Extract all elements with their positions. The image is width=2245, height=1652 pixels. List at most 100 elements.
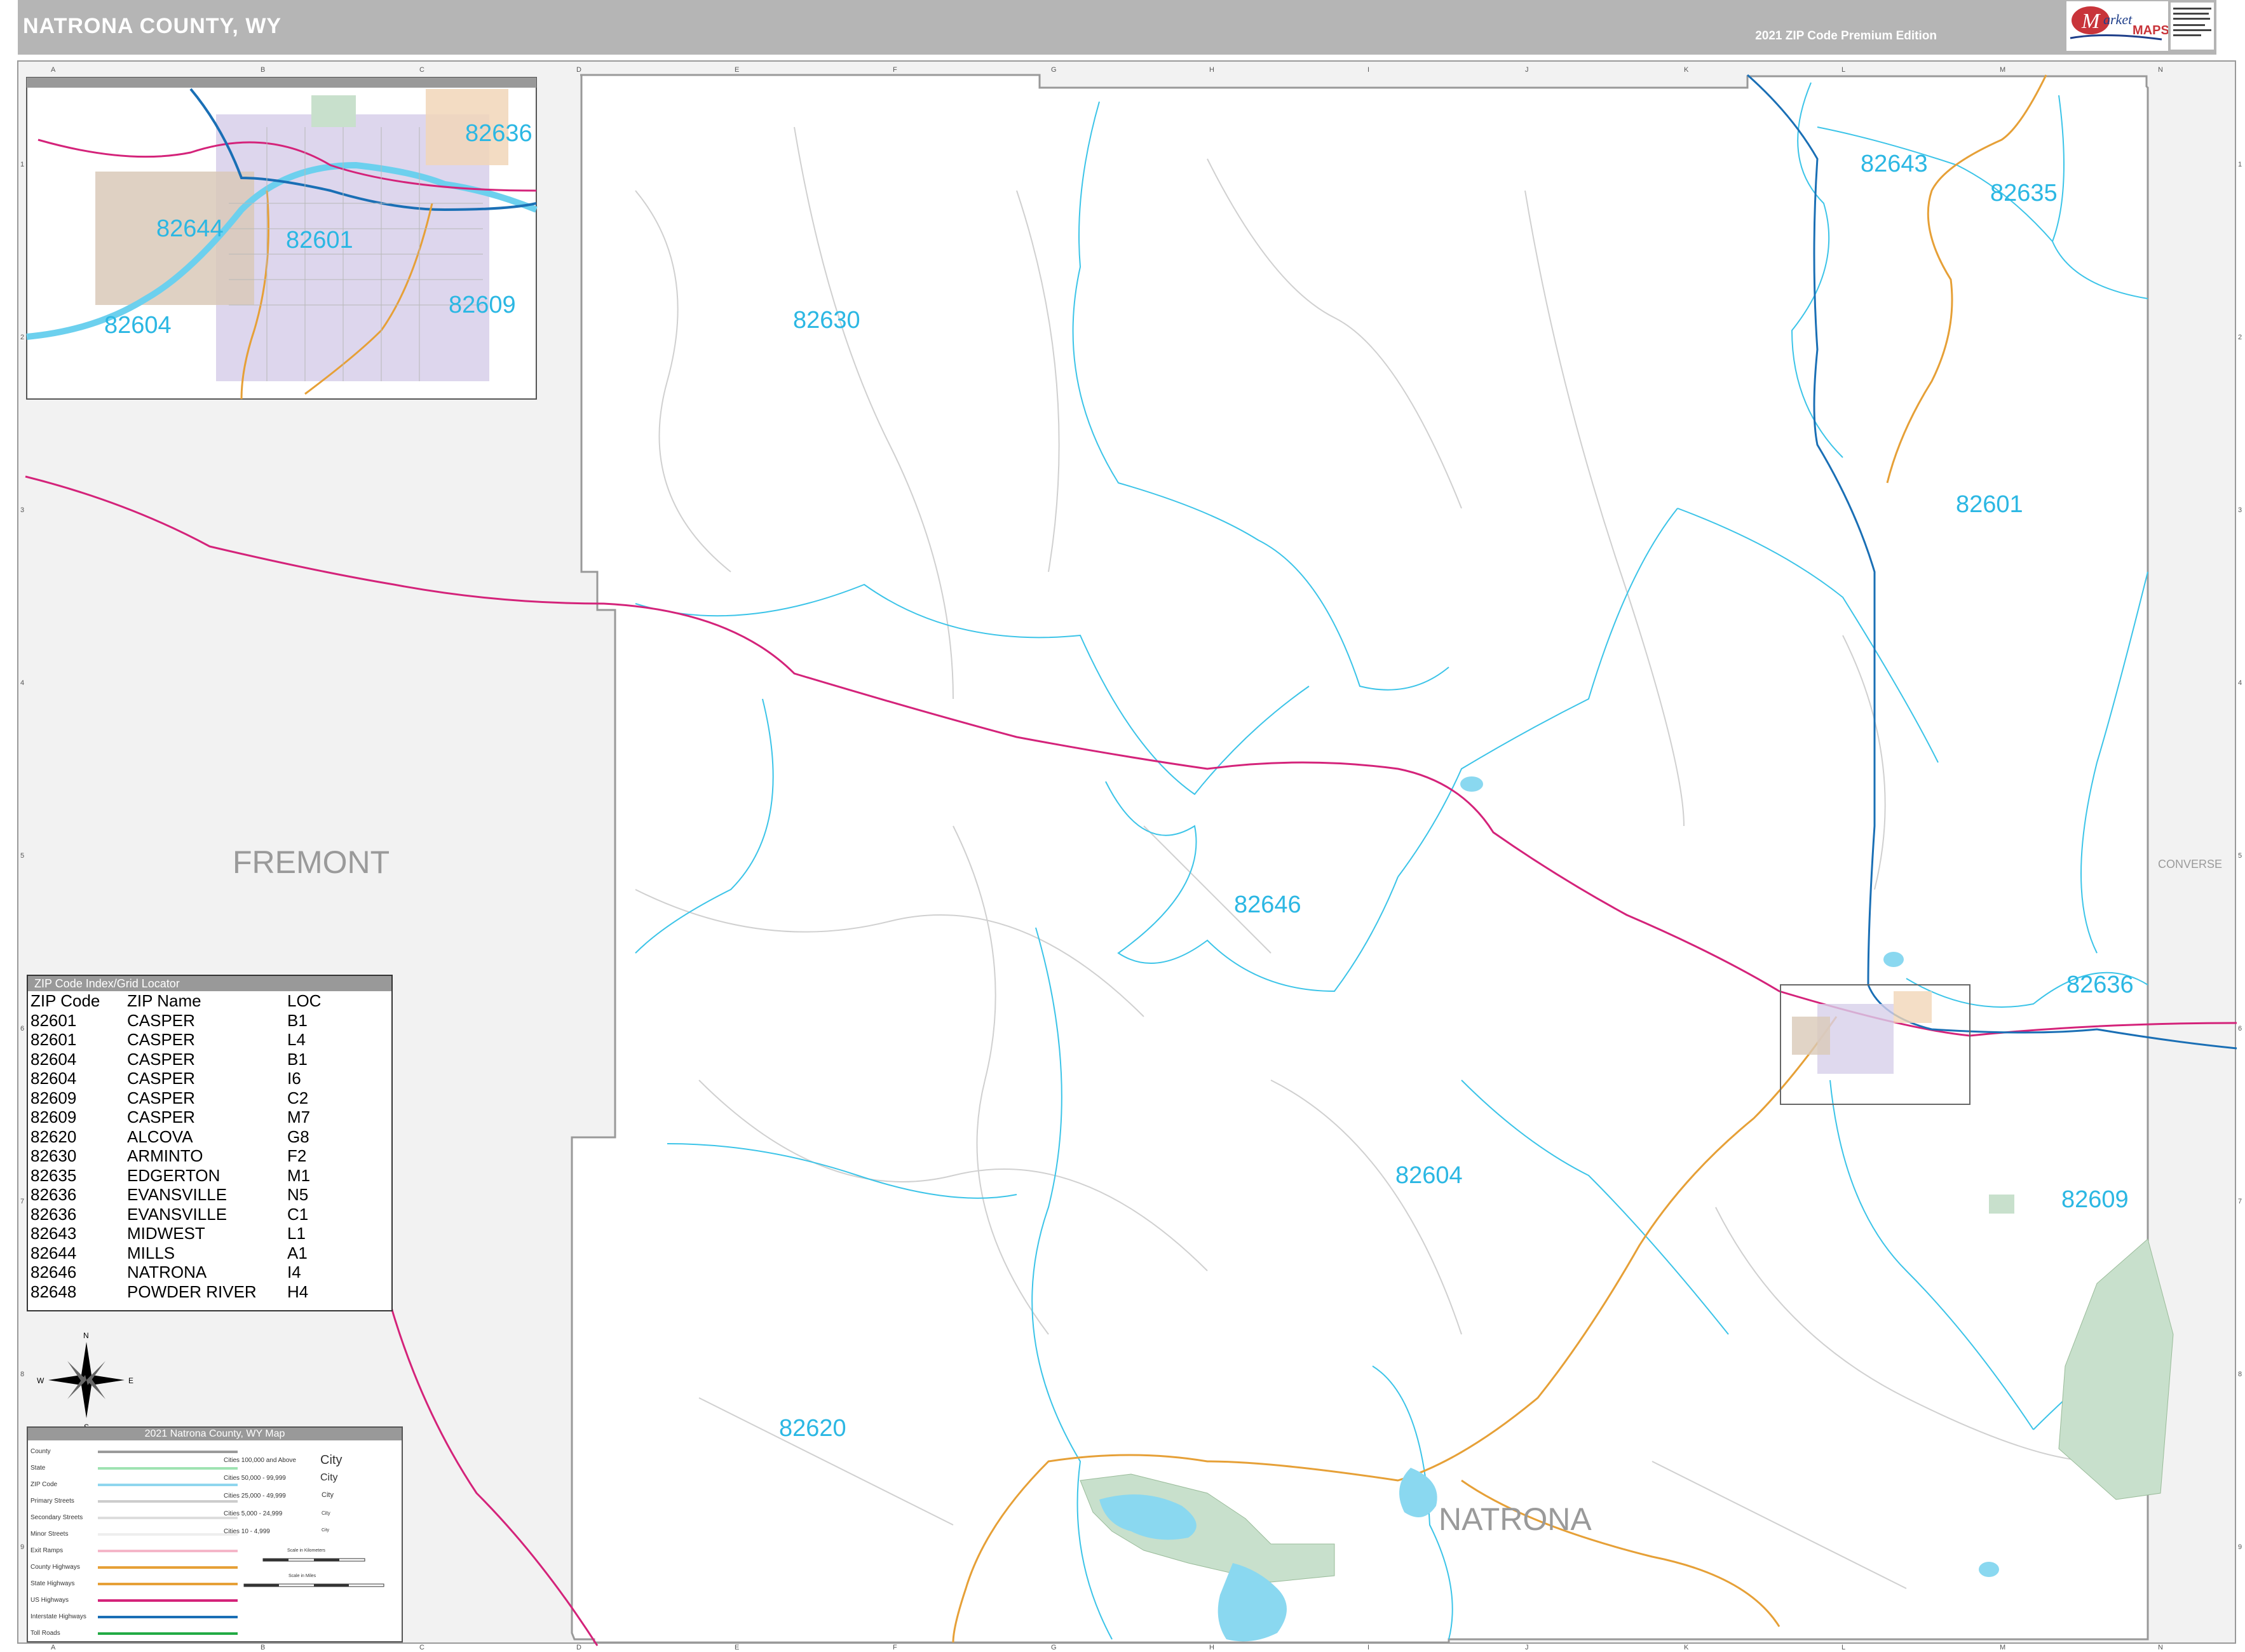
loc-cell: M7 [287, 1107, 311, 1127]
legend-city-tier-3: Cities 25,000 - 49,999 [224, 1493, 286, 1500]
table-row: 82604 CASPER B1 [29, 1050, 321, 1069]
zip-label-82620: 82620 [779, 1415, 846, 1442]
inset-zip-82601: 82601 [286, 227, 353, 254]
legend-city-sample-4: City [322, 1510, 330, 1516]
zip-code-cell: 82620 [31, 1127, 77, 1146]
zip-label-82636: 82636 [2066, 972, 2134, 998]
zip-label-82643: 82643 [1861, 151, 1928, 177]
zip-name-cell: CASPER [127, 1049, 195, 1069]
svg-text:F: F [893, 66, 897, 74]
svg-text:1: 1 [2238, 161, 2242, 168]
zip-code-cell: 82601 [31, 1030, 77, 1049]
inset-map [26, 77, 538, 400]
legend-title: 2021 Natrona County, WY Map [28, 1428, 402, 1440]
legend-city-sample-3: City [322, 1491, 334, 1499]
svg-text:D: D [576, 1644, 581, 1651]
zip-code-index: ZIP Code Index/Grid Locator ZIP Code ZIP… [27, 975, 393, 1311]
zip-name-cell: CASPER [127, 1088, 195, 1107]
zip-name-cell: CASPER [127, 1030, 195, 1049]
zip-label-82601: 82601 [1956, 491, 2023, 518]
loc-cell: B1 [287, 1010, 308, 1030]
svg-text:I: I [1367, 66, 1369, 74]
loc-cell: F2 [287, 1146, 307, 1165]
zip-name-cell: EDGERTON [127, 1165, 220, 1185]
loc-cell: A1 [287, 1243, 308, 1263]
zip-name-cell: MILLS [127, 1243, 175, 1263]
table-row: 82635 EDGERTON M1 [29, 1166, 321, 1186]
legend-line-swatch [98, 1517, 238, 1519]
zip-name-cell: CASPER [127, 1010, 195, 1030]
legend-item-label: US Highways [31, 1597, 69, 1604]
loc-cell: C1 [287, 1204, 309, 1224]
natrona-place-label: NATRONA [1439, 1501, 1592, 1537]
table-row: 82601 CASPER B1 [29, 1011, 321, 1031]
zip-name-cell: EVANSVILLE [127, 1185, 227, 1204]
svg-text:B: B [261, 1644, 265, 1651]
zip-label-82609: 82609 [2061, 1186, 2129, 1213]
legend-line-swatch [98, 1550, 238, 1552]
zip-name-cell: CASPER [127, 1069, 195, 1088]
legend-city-tier-1: Cities 100,000 and Above [224, 1457, 296, 1464]
svg-text:J: J [1525, 66, 1529, 74]
zip-index-table: ZIP Code ZIP Name LOC 82601 CASPER B1 82601… [29, 991, 321, 1301]
svg-text:L: L [1841, 66, 1845, 74]
svg-text:E: E [735, 1644, 739, 1651]
legend-city-tier-4: Cities 5,000 - 24,999 [224, 1510, 283, 1517]
legend-item-label: County Highways [31, 1564, 80, 1571]
zip-name-cell: ALCOVA [127, 1127, 193, 1146]
legend-line-swatch [98, 1616, 238, 1618]
svg-text:G: G [1051, 1644, 1057, 1651]
scale-bar [243, 1558, 384, 1587]
legend-item-label: State Highways [31, 1580, 75, 1587]
zip-name-cell: NATRONA [127, 1263, 207, 1282]
svg-text:A: A [51, 1644, 56, 1651]
svg-text:B: B [261, 66, 265, 74]
svg-text:6: 6 [2238, 1025, 2242, 1032]
zip-label-82646: 82646 [1234, 891, 1301, 918]
svg-text:3: 3 [20, 506, 24, 514]
county-map: A B C D E F G H I J K L M N A B C D E F … [17, 60, 2242, 1651]
svg-text:D: D [576, 66, 581, 74]
legend-line-swatch [98, 1583, 238, 1585]
loc-cell: I4 [287, 1263, 301, 1282]
table-row: 82636 EVANSVILLE C1 [29, 1205, 321, 1224]
header-zip-code: ZIP Code [31, 991, 100, 1010]
legend-item-label: ZIP Code [31, 1481, 58, 1488]
svg-text:L: L [1841, 1644, 1845, 1651]
legend-item-label: Minor Streets [31, 1531, 69, 1538]
header-loc: LOC [287, 991, 322, 1010]
zip-code-cell: 82609 [31, 1107, 77, 1127]
table-row: 82609 CASPER M7 [29, 1107, 321, 1127]
svg-text:N: N [2158, 66, 2163, 74]
svg-text:K: K [1684, 1644, 1689, 1651]
county-label-converse: CONVERSE [2158, 858, 2222, 870]
zip-name-cell: CASPER [127, 1107, 195, 1127]
inset-zip-82644: 82644 [156, 215, 224, 242]
zip-code-cell: 82604 [31, 1049, 77, 1069]
loc-cell: L1 [287, 1224, 306, 1243]
svg-text:7: 7 [20, 1198, 24, 1205]
svg-text:E: E [735, 66, 739, 74]
zip-label-82604: 82604 [1395, 1162, 1463, 1189]
zip-index-title: ZIP Code Index/Grid Locator [28, 976, 391, 991]
zip-code-cell: 82636 [31, 1185, 77, 1204]
legend-city-tier-2: Cities 50,000 - 99,999 [224, 1475, 286, 1482]
svg-text:C: C [419, 1644, 424, 1651]
svg-text:K: K [1684, 66, 1689, 74]
svg-text:2: 2 [2238, 334, 2242, 341]
zip-code-cell: 82604 [31, 1069, 77, 1088]
loc-cell: G8 [287, 1127, 309, 1146]
zip-code-cell: 82636 [31, 1204, 77, 1224]
legend-line-swatch [98, 1566, 238, 1569]
legend-item-label: Toll Roads [31, 1630, 60, 1637]
zip-name-cell: ARMINTO [127, 1146, 203, 1165]
svg-text:F: F [893, 1644, 897, 1651]
svg-text:A: A [51, 66, 56, 74]
legend-city-sample-1: City [320, 1453, 343, 1467]
legend-item-label: State [31, 1465, 46, 1472]
legend-line-swatch [98, 1467, 238, 1470]
legend-item-label: Exit Ramps [31, 1547, 64, 1554]
svg-text:N: N [2158, 1644, 2163, 1651]
svg-text:W: W [37, 1376, 44, 1385]
legend-line-swatch [98, 1599, 238, 1602]
